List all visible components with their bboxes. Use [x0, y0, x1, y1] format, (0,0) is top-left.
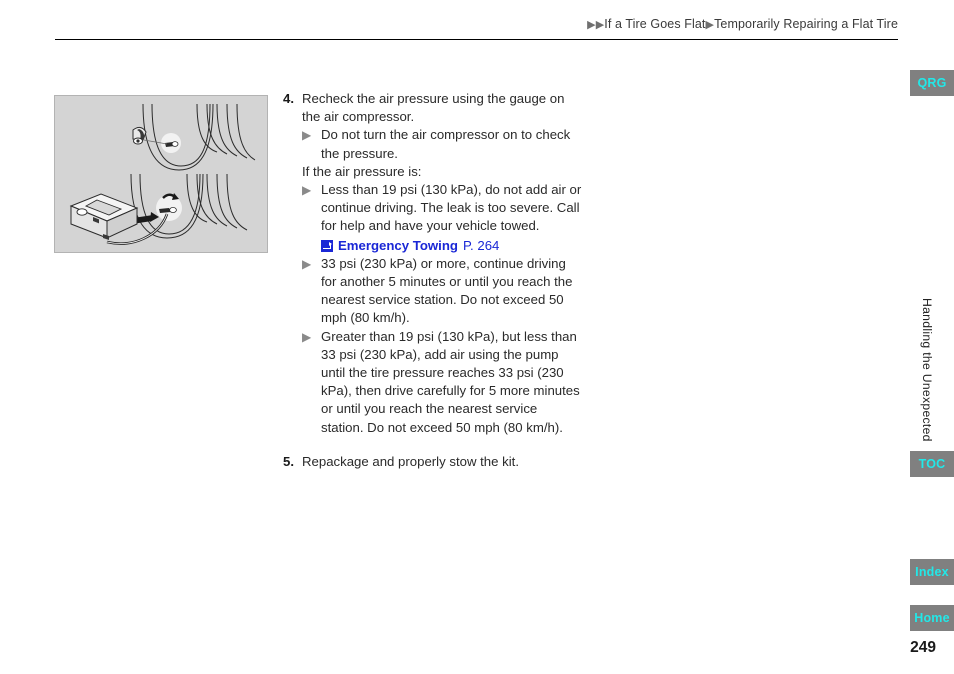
qrg-button[interactable]: QRG	[910, 70, 954, 96]
breadcrumb-arrow-icon: ▶	[705, 18, 715, 31]
reference-page[interactable]: P. 264	[463, 237, 499, 255]
step-5-text: Repackage and properly stow the kit.	[302, 453, 519, 469]
emergency-towing-reference-link[interactable]: Emergency Towing P. 264	[321, 236, 583, 255]
toc-button[interactable]: TOC	[910, 451, 954, 477]
tire-valve-and-air-compressor-illustration	[54, 95, 268, 253]
chapter-tab[interactable]: Handling the Unexpected	[900, 285, 954, 455]
breadcrumb: ▶▶If a Tire Goes Flat▶Temporarily Repair…	[587, 17, 898, 31]
bullet-triangle-icon: ▶	[302, 128, 312, 143]
breadcrumb-current: Temporarily Repairing a Flat Tire	[714, 17, 898, 31]
step-4-bullet-4-text: Greater than 19 psi (130 kPa), but less …	[321, 328, 580, 435]
step-4-text: Recheck the air pressure using the gauge…	[302, 91, 565, 125]
page-number: 249	[910, 639, 936, 656]
bullet-triangle-icon: ▶	[302, 256, 312, 271]
step-4-bullet-4: ▶ Greater than 19 psi (130 kPa), but les…	[302, 328, 583, 437]
bullet-triangle-icon: ▶	[302, 183, 312, 198]
illustration-graphic	[55, 96, 267, 252]
index-button[interactable]: Index	[910, 559, 954, 585]
step-4-lead-in: If the air pressure is:	[302, 163, 422, 179]
header-divider	[55, 39, 898, 40]
step-4-bullet-3-text: 33 psi (230 kPa) or more, continue drivi…	[321, 255, 573, 326]
breadcrumb-double-arrow-icon: ▶▶	[587, 18, 605, 31]
instruction-content: 4. Recheck the air pressure using the ga…	[283, 90, 583, 471]
home-button[interactable]: Home	[910, 605, 954, 631]
step-4-bullet-2: ▶ Less than 19 psi (130 kPa), do not add…	[302, 181, 583, 236]
chapter-tab-label: Handling the Unexpected	[920, 298, 934, 442]
navigation-sidebar: QRG Handling the Unexpected TOC Index Ho…	[900, 0, 954, 674]
bullet-triangle-icon: ▶	[302, 329, 312, 344]
reference-title[interactable]: Emergency Towing	[338, 237, 458, 255]
step-4-bullet-3: ▶ 33 psi (230 kPa) or more, continue dri…	[302, 255, 583, 328]
page-header: ▶▶If a Tire Goes Flat▶Temporarily Repair…	[0, 0, 954, 48]
breadcrumb-parent[interactable]: If a Tire Goes Flat	[604, 17, 705, 31]
step-5: 5. Repackage and properly stow the kit.	[283, 453, 583, 471]
step-4-number: 4.	[283, 91, 294, 106]
jump-link-icon	[321, 239, 333, 252]
step-4-bullet-1: ▶ Do not turn the air compressor on to c…	[302, 126, 583, 162]
step-4-bullet-1-text: Do not turn the air compressor on to che…	[321, 127, 571, 161]
step-4-bullet-2-text: Less than 19 psi (130 kPa), do not add a…	[321, 182, 582, 234]
step-5-number: 5.	[283, 453, 294, 469]
step-4: 4. Recheck the air pressure using the ga…	[283, 90, 583, 126]
